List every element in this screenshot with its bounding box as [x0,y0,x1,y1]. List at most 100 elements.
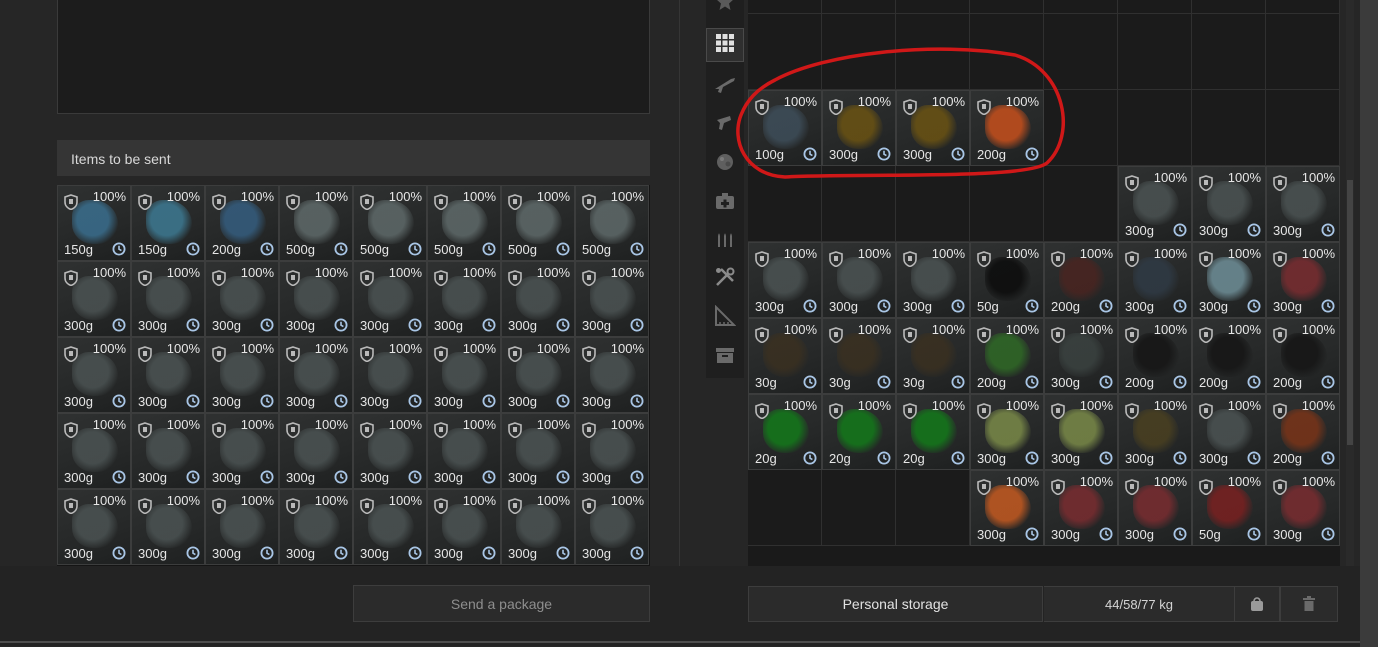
empty-slot[interactable] [1266,0,1340,14]
empty-slot[interactable] [1118,90,1192,166]
item-slot[interactable]: 100% 300g [353,413,427,489]
item-slot[interactable]: 100% 300g [427,413,501,489]
item-slot[interactable]: 100% 200g [1266,318,1340,394]
empty-slot[interactable] [1192,0,1266,14]
item-slot[interactable]: 100% 300g [1044,394,1118,470]
item-slot[interactable]: 100% 300g [427,489,501,565]
item-slot[interactable]: 100% 150g [131,185,205,261]
item-slot[interactable]: 100% 500g [427,185,501,261]
item-slot[interactable]: 100% 300g [748,242,822,318]
item-slot[interactable]: 100% 300g [970,470,1044,546]
empty-slot[interactable] [748,14,822,90]
item-slot[interactable]: 100% 300g [575,337,649,413]
item-slot[interactable]: 100% 300g [205,337,279,413]
empty-slot[interactable] [748,0,822,14]
item-slot[interactable]: 100% 300g [279,261,353,337]
pistol-category-button[interactable] [706,108,744,142]
empty-slot[interactable] [1044,90,1118,166]
item-slot[interactable]: 100% 300g [1266,242,1340,318]
empty-slot[interactable] [896,166,970,242]
ammo-category-button[interactable] [706,224,744,258]
item-slot[interactable]: 100% 300g [1118,394,1192,470]
item-slot[interactable]: 100% 300g [501,413,575,489]
empty-slot[interactable] [970,14,1044,90]
empty-slot[interactable] [970,0,1044,14]
item-slot[interactable]: 100% 300g [1192,166,1266,242]
item-slot[interactable]: 100% 300g [822,90,896,166]
storage-scrollbar-thumb[interactable] [1347,180,1353,445]
empty-slot[interactable] [1118,14,1192,90]
item-slot[interactable]: 100% 200g [205,185,279,261]
item-slot[interactable]: 100% 300g [1192,242,1266,318]
item-slot[interactable]: 100% 300g [575,489,649,565]
item-slot[interactable]: 100% 500g [575,185,649,261]
tools-category-button[interactable] [706,262,744,296]
item-slot[interactable]: 100% 300g [57,261,131,337]
empty-slot[interactable] [822,470,896,546]
empty-slot[interactable] [822,14,896,90]
message-text-area[interactable] [57,0,650,114]
item-slot[interactable]: 100% 300g [575,413,649,489]
empty-slot[interactable] [1044,0,1118,14]
ruler-category-button[interactable] [706,301,744,335]
item-slot[interactable]: 100% 20g [748,394,822,470]
grid-category-button[interactable] [706,28,744,62]
empty-slot[interactable] [1192,90,1266,166]
star-category-button[interactable] [706,0,744,20]
item-slot[interactable]: 100% 20g [822,394,896,470]
empty-slot[interactable] [1118,0,1192,14]
item-slot[interactable]: 100% 300g [1266,166,1340,242]
empty-slot[interactable] [1266,90,1340,166]
empty-slot[interactable] [896,470,970,546]
item-slot[interactable]: 100% 300g [353,337,427,413]
item-slot[interactable]: 100% 30g [896,318,970,394]
item-slot[interactable]: 100% 300g [896,242,970,318]
item-slot[interactable]: 100% 200g [1044,242,1118,318]
archive-category-button[interactable] [706,340,744,374]
item-slot[interactable]: 100% 300g [353,489,427,565]
item-slot[interactable]: 100% 200g [970,90,1044,166]
item-slot[interactable]: 100% 300g [131,337,205,413]
empty-slot[interactable] [1044,166,1118,242]
item-slot[interactable]: 100% 300g [279,337,353,413]
item-slot[interactable]: 100% 300g [501,489,575,565]
empty-slot[interactable] [748,470,822,546]
item-slot[interactable]: 100% 300g [131,489,205,565]
item-slot[interactable]: 100% 200g [1192,318,1266,394]
item-slot[interactable]: 100% 300g [205,413,279,489]
item-slot[interactable]: 100% 300g [1192,394,1266,470]
item-slot[interactable]: 100% 300g [427,337,501,413]
empty-slot[interactable] [822,0,896,14]
item-slot[interactable]: 100% 300g [279,489,353,565]
item-slot[interactable]: 100% 300g [1118,470,1192,546]
empty-slot[interactable] [1192,14,1266,90]
item-slot[interactable]: 100% 300g [501,261,575,337]
item-slot[interactable]: 100% 300g [1118,242,1192,318]
item-slot[interactable]: 100% 300g [57,489,131,565]
item-slot[interactable]: 100% 300g [970,394,1044,470]
item-slot[interactable]: 100% 30g [748,318,822,394]
personal-storage-button[interactable]: Personal storage [748,586,1043,622]
rifle-category-button[interactable] [706,70,744,104]
item-slot[interactable]: 100% 150g [57,185,131,261]
item-slot[interactable]: 100% 200g [1118,318,1192,394]
send-package-button[interactable]: Send a package [353,585,650,622]
empty-slot[interactable] [970,166,1044,242]
item-slot[interactable]: 100% 300g [1044,470,1118,546]
item-slot[interactable]: 100% 50g [970,242,1044,318]
empty-slot[interactable] [1044,14,1118,90]
trash-button[interactable] [1280,586,1338,622]
item-slot[interactable]: 100% 300g [575,261,649,337]
item-slot[interactable]: 100% 300g [1044,318,1118,394]
item-slot[interactable]: 100% 50g [1192,470,1266,546]
artifact-category-button[interactable] [706,147,744,181]
item-slot[interactable]: 100% 30g [822,318,896,394]
item-slot[interactable]: 100% 300g [279,413,353,489]
empty-slot[interactable] [896,14,970,90]
item-slot[interactable]: 100% 300g [1118,166,1192,242]
item-slot[interactable]: 100% 300g [205,489,279,565]
empty-slot[interactable] [748,166,822,242]
empty-slot[interactable] [896,0,970,14]
item-slot[interactable]: 100% 20g [896,394,970,470]
item-slot[interactable]: 100% 500g [501,185,575,261]
